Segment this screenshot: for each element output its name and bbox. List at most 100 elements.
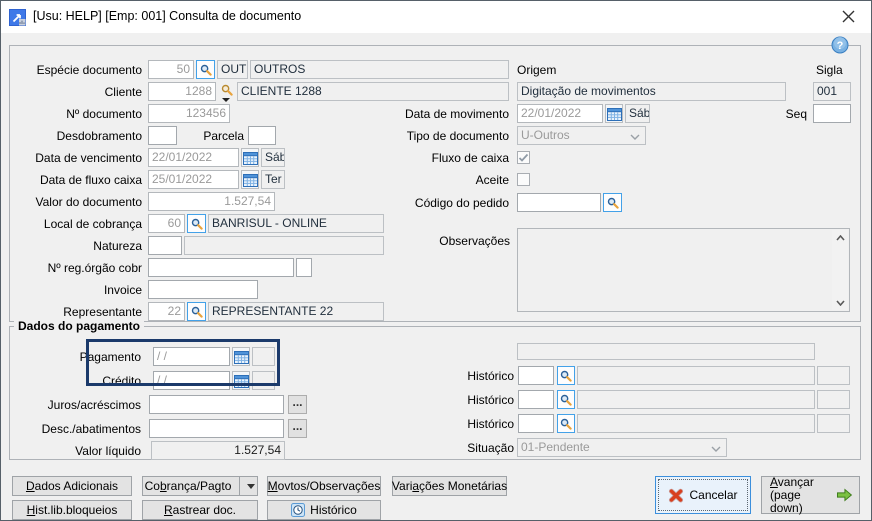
calendar-icon — [234, 350, 249, 364]
historico-3-lookup-button[interactable] — [557, 414, 575, 433]
parcela-field[interactable] — [248, 126, 276, 145]
pagamento-data-field[interactable]: / / — [153, 347, 230, 366]
desdobramento-field[interactable] — [148, 126, 177, 145]
pagamento-calendar-button[interactable] — [232, 347, 250, 366]
advance-arrow-icon — [836, 488, 853, 502]
scroll-down-icon[interactable] — [832, 295, 848, 310]
historico-1-extra-field — [817, 366, 850, 385]
movtos-observacoes-button[interactable]: Movtos/Observações — [267, 476, 381, 496]
invoice-field[interactable] — [148, 280, 258, 299]
label-data-fluxo-caixa: Data de fluxo caixa — [11, 171, 142, 189]
historico-button[interactable]: Histórico — [267, 500, 381, 520]
data-fluxo-caixa-calendar-button[interactable] — [241, 170, 259, 189]
data-movimento-calendar-button[interactable] — [605, 104, 623, 123]
historico-3-codigo-field[interactable] — [518, 414, 554, 433]
representante-descricao-field: REPRESENTANTE 22 — [208, 302, 384, 321]
historico-1-lookup-button[interactable] — [557, 366, 575, 385]
natureza-field[interactable] — [148, 236, 182, 255]
especie-codigo-field: 50 — [148, 60, 194, 79]
label-seq: Seq — [771, 105, 807, 123]
label-natureza: Natureza — [11, 237, 142, 255]
label-fluxo-caixa: Fluxo de caixa — [381, 149, 509, 167]
section-title-dados-pagamento: Dados do pagamento — [14, 319, 144, 333]
search-icon — [607, 197, 619, 209]
calendar-icon — [243, 151, 258, 165]
credito-calendar-button[interactable] — [232, 371, 250, 390]
cobranca-pagto-dropdown-icon[interactable] — [239, 477, 255, 495]
especie-lookup-button[interactable] — [196, 60, 215, 79]
chevron-down-icon — [630, 134, 640, 140]
label-aceite: Aceite — [381, 171, 509, 189]
juros-field[interactable] — [149, 395, 284, 414]
cobranca-pagto-button[interactable]: Cobrança/Pagto — [142, 476, 258, 496]
local-cobranca-lookup-button[interactable] — [187, 214, 206, 233]
search-icon — [191, 306, 203, 318]
cliente-dropdown-icon[interactable] — [222, 98, 230, 102]
especie-descricao-field: OUTROS — [250, 60, 509, 79]
label-observacoes: Observações — [411, 232, 510, 250]
close-icon[interactable] — [826, 1, 871, 32]
label-tipo-documento: Tipo de documento — [381, 127, 509, 145]
data-vencimento-field: 22/01/2022 — [148, 148, 239, 167]
seq-field[interactable] — [813, 104, 851, 123]
situacao-select: 01-Pendente — [517, 438, 727, 457]
reg-orgao-cobr-dv-field[interactable] — [296, 258, 312, 277]
label-parcela: Parcela — [181, 127, 244, 145]
historico-2-lookup-button[interactable] — [557, 390, 575, 409]
juros-more-button[interactable]: ... — [288, 395, 307, 414]
descontos-field[interactable] — [149, 419, 284, 438]
cancelar-button[interactable]: Cancelar — [655, 476, 751, 514]
local-cobranca-codigo-field: 60 — [148, 214, 185, 233]
clock-icon — [291, 503, 305, 517]
search-icon — [200, 64, 212, 76]
label-cliente: Cliente — [11, 83, 142, 101]
variacoes-monetarias-button[interactable]: Variações Monetárias — [392, 476, 507, 496]
data-fluxo-caixa-weekday: Ter — [261, 170, 285, 189]
aceite-checkbox — [517, 173, 530, 186]
label-especie-documento: Espécie documento — [11, 61, 142, 79]
label-descontos: Desc./abatimentos — [21, 420, 141, 438]
calendar-icon — [234, 374, 249, 388]
situacao-value: 01-Pendente — [521, 440, 590, 454]
help-icon[interactable]: ? — [831, 36, 849, 54]
representante-lookup-button[interactable] — [187, 302, 206, 321]
data-movimento-field: 22/01/2022 — [517, 104, 603, 123]
credito-weekday — [252, 371, 275, 390]
svg-text:?: ? — [837, 40, 844, 52]
codigo-pedido-lookup-button[interactable] — [603, 193, 622, 212]
search-icon — [191, 218, 203, 230]
label-juros: Juros/acréscimos — [21, 396, 141, 414]
valor-liquido-field: 1.527,54 — [151, 441, 285, 460]
origem-field: Digitação de movimentos — [517, 82, 786, 101]
label-historico-2: Histórico — [441, 391, 514, 409]
avancar-button[interactable]: Avançar (page down) — [761, 476, 860, 514]
codigo-pedido-field[interactable] — [517, 193, 601, 212]
pagamento-weekday — [252, 347, 275, 366]
hist-lib-bloqueios-button[interactable]: Hist.lib.bloqueios — [12, 500, 132, 520]
cancel-x-icon — [668, 488, 684, 503]
data-vencimento-calendar-button[interactable] — [241, 148, 259, 167]
credito-data-field[interactable]: / / — [153, 371, 230, 390]
sigla-field: 001 — [813, 82, 851, 101]
label-local-cobranca: Local de cobrança — [11, 215, 142, 233]
label-num-documento: Nº documento — [11, 105, 142, 123]
scroll-up-icon[interactable] — [832, 230, 848, 245]
historico-1-codigo-field[interactable] — [518, 366, 554, 385]
dados-adicionais-button[interactable]: Dados Adicionais — [12, 476, 132, 496]
especie-sigla-field: OUT — [217, 60, 248, 79]
tipo-documento-value: U-Outros — [521, 128, 570, 142]
observacoes-textarea — [517, 228, 850, 312]
observacoes-scrollbar[interactable] — [832, 230, 848, 310]
label-invoice: Invoice — [11, 281, 142, 299]
cliente-lookup-button[interactable] — [218, 82, 235, 98]
reg-orgao-cobr-field[interactable] — [148, 258, 294, 277]
chevron-down-icon — [711, 446, 721, 452]
historico-2-codigo-field[interactable] — [518, 390, 554, 409]
num-documento-field: 123456 — [148, 104, 230, 123]
rastrear-doc-button[interactable]: Rastrear doc. — [142, 500, 258, 520]
data-vencimento-weekday: Sáb — [261, 148, 285, 167]
descontos-more-button[interactable]: ... — [288, 419, 307, 438]
historico-1-descricao-field — [577, 366, 815, 385]
label-credito: Crédito — [21, 372, 141, 390]
label-valor-liquido: Valor líquido — [21, 442, 141, 460]
